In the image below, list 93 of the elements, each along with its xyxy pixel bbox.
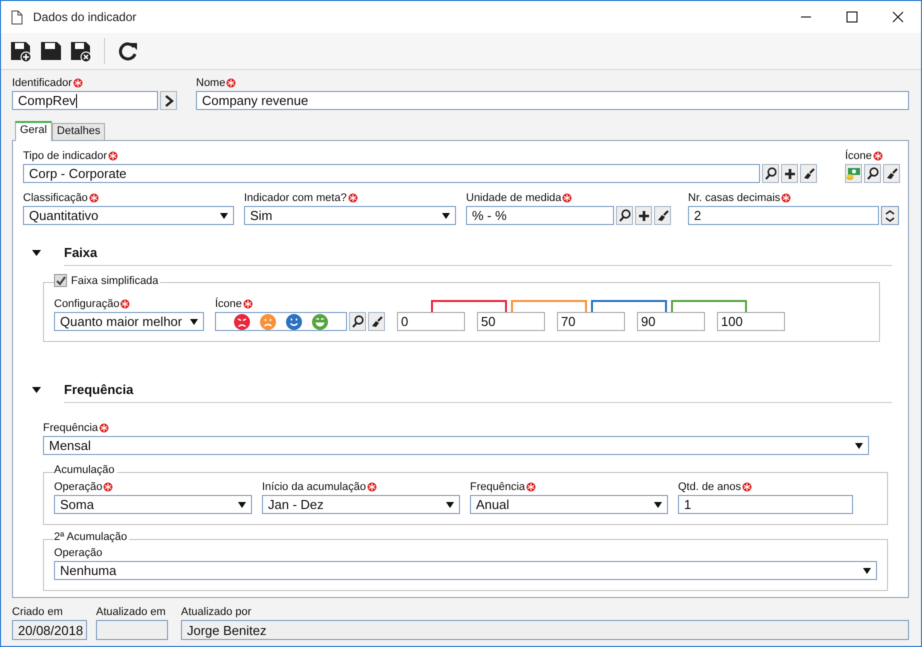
add-button[interactable] [781, 164, 798, 183]
group-title: 2ª Acumulação [54, 531, 128, 543]
collapse-icon[interactable] [32, 386, 41, 392]
section-title: Frequência [64, 376, 892, 403]
identifier-field[interactable]: CompRev [12, 91, 158, 110]
field-label: Frequência [43, 421, 869, 435]
field-label: Unidade de medida [466, 191, 671, 205]
caret-icon [654, 502, 662, 508]
maximize-icon[interactable] [846, 11, 858, 23]
go-button[interactable] [160, 91, 177, 110]
read-only-field: Jorge Benitez [181, 620, 909, 640]
clear-button[interactable] [800, 164, 817, 183]
window-title: Dados do indicador [33, 10, 136, 24]
field-label: Qtd. de anos [678, 480, 853, 494]
collapse-icon[interactable] [32, 250, 41, 256]
dropdown[interactable]: Nenhuma [54, 561, 877, 580]
search-button[interactable] [349, 312, 366, 331]
dropdown[interactable]: Jan - Dez [262, 495, 460, 514]
brush-icon [886, 168, 898, 180]
threshold-field[interactable]: 70 [557, 312, 625, 331]
threshold-field[interactable]: 90 [637, 312, 705, 331]
field-label: Ícone [845, 149, 900, 163]
field-label: Identificador [12, 76, 177, 90]
field-label: Início da acumulação [262, 480, 460, 494]
tab[interactable]: Detalhes [52, 123, 106, 140]
caret-icon [238, 502, 246, 508]
search-icon [764, 167, 776, 180]
field-label: Ícone [215, 297, 385, 311]
clear-button[interactable] [654, 206, 671, 225]
name-field[interactable]: Company revenue [196, 91, 909, 110]
group-title: Acumulação [54, 464, 115, 476]
tab[interactable]: Geral [15, 121, 52, 141]
search-icon [618, 209, 630, 222]
threshold-field[interactable]: 50 [477, 312, 545, 331]
money-icon [845, 164, 862, 183]
field-label: Frequência [470, 480, 668, 494]
dropdown[interactable]: Soma [54, 495, 252, 514]
field-label: Criado em [12, 605, 64, 619]
plus-icon [784, 168, 794, 178]
search-button[interactable] [616, 206, 633, 225]
dropdown[interactable]: Quanto maior melhor [54, 312, 204, 331]
dropdown[interactable]: Sim [244, 206, 456, 225]
brush-icon [802, 168, 814, 180]
save-new-icon[interactable] [10, 40, 32, 62]
field-label: Tipo de indicador [23, 149, 817, 163]
add-button[interactable] [635, 206, 652, 225]
field-label: Nome [196, 76, 909, 90]
section-title: Faixa [64, 239, 892, 266]
brush-icon [656, 210, 668, 222]
checkbox-label: Faixa simplificada [71, 274, 158, 286]
number-field[interactable]: 2 [688, 206, 879, 225]
save-close-icon[interactable] [70, 40, 92, 62]
indicator-type-field[interactable]: Corp - Corporate [23, 164, 760, 183]
text-field[interactable]: 1 [678, 495, 853, 514]
search-icon [866, 167, 878, 180]
caret-icon [220, 212, 228, 218]
caret-icon [446, 502, 454, 508]
search-button[interactable] [762, 164, 779, 183]
read-only-field [96, 620, 168, 640]
refresh-icon[interactable] [117, 40, 139, 62]
search-icon [352, 315, 364, 328]
caret-icon [855, 442, 863, 448]
field-label: Configuração [54, 297, 204, 311]
save-icon[interactable] [40, 40, 62, 62]
caret-icon [190, 318, 198, 324]
caret-icon [442, 212, 450, 218]
dropdown[interactable]: Anual [470, 495, 668, 514]
icon-field[interactable] [215, 312, 347, 331]
brush-icon [370, 316, 382, 328]
dropdown[interactable]: Mensal [43, 436, 869, 455]
chevron-icon [164, 94, 174, 106]
threshold-field[interactable]: 100 [717, 312, 785, 331]
field-label: Operação [54, 480, 252, 494]
threshold-field[interactable]: 0 [397, 312, 465, 331]
field-label: Operação [54, 546, 104, 560]
caret-icon [863, 568, 871, 574]
unit-field[interactable]: % - % [466, 206, 614, 225]
field-label: Nr. casas decimais [688, 191, 899, 205]
field-label: Atualizado por [181, 605, 252, 619]
field-label: Atualizado em [96, 605, 167, 619]
search-button[interactable] [864, 164, 881, 183]
up-down-icon [884, 208, 896, 224]
read-only-field: 20/08/2018 [12, 620, 87, 640]
document-icon [11, 10, 23, 24]
clear-button[interactable] [883, 164, 900, 183]
checkbox[interactable] [54, 274, 67, 287]
field-label: Classificação [23, 191, 234, 205]
plus-icon [638, 210, 648, 220]
field-label: Indicador com meta? [244, 191, 456, 205]
clear-button[interactable] [368, 312, 385, 331]
close-icon[interactable] [892, 11, 904, 23]
dropdown[interactable]: Quantitativo [23, 206, 234, 225]
spinner-button[interactable] [881, 206, 899, 225]
